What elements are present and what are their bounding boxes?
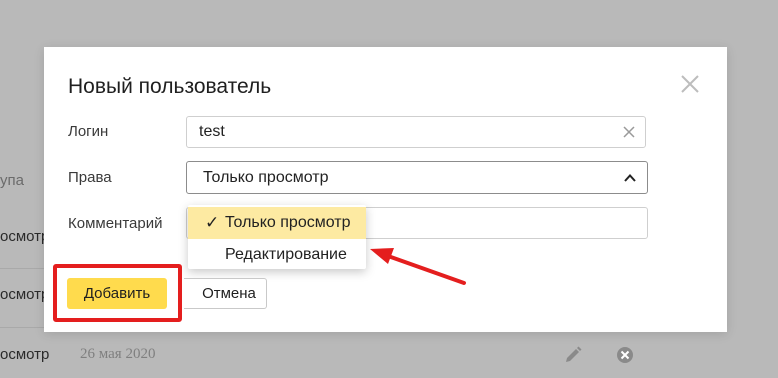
- option-label: Только просмотр: [225, 214, 351, 231]
- table-row-access-fragment: осмотр: [0, 286, 50, 303]
- check-icon: ✓: [205, 213, 220, 232]
- dialog-title: Новый пользователь: [68, 75, 272, 98]
- comment-label: Комментарий: [68, 215, 163, 232]
- table-row-date: 26 мая 2020: [80, 346, 156, 362]
- delete-circle-icon[interactable]: [615, 345, 635, 370]
- close-icon[interactable]: [680, 74, 700, 94]
- dropdown-option-edit[interactable]: Редактирование: [188, 239, 366, 271]
- annotation-arrow-icon: [370, 248, 466, 285]
- dropdown-option-view-only[interactable]: ✓ Только просмотр: [188, 207, 366, 239]
- option-label: Редактирование: [225, 246, 347, 263]
- login-value: test: [199, 123, 225, 140]
- login-input[interactable]: test: [186, 116, 646, 148]
- rights-dropdown-menu: ✓ Только просмотр Редактирование: [188, 205, 366, 269]
- rights-label: Права: [68, 169, 112, 186]
- pencil-icon[interactable]: [563, 345, 583, 370]
- table-row-access-fragment: осмотр: [0, 346, 50, 363]
- clear-icon[interactable]: [622, 125, 636, 139]
- column-header-fragment: упа: [0, 172, 24, 189]
- login-label: Логин: [68, 123, 109, 140]
- cancel-button[interactable]: Отмена: [184, 278, 267, 309]
- add-button[interactable]: Добавить: [67, 278, 167, 309]
- rights-select[interactable]: Только просмотр: [186, 161, 648, 194]
- rights-selected-value: Только просмотр: [203, 169, 329, 186]
- table-row-access-fragment: осмотр: [0, 228, 50, 245]
- chevron-up-icon: [623, 171, 637, 185]
